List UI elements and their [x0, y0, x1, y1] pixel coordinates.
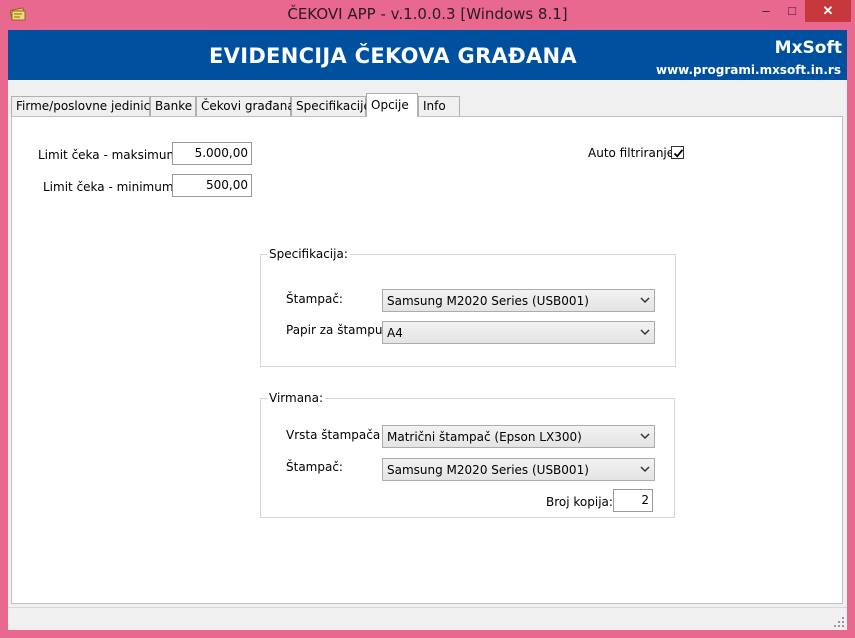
specifikacija-group: Specifikacija: Štampač: Samsung M2020 Se… — [260, 247, 676, 367]
header-banner: EVIDENCIJA ČEKOVA GRAĐANA MxSoft www.pro… — [8, 30, 847, 80]
close-button[interactable]: ✕ — [805, 0, 851, 22]
copies-label: Broj kopija: — [546, 495, 613, 509]
chevron-down-icon — [640, 466, 650, 473]
limit-max-input[interactable]: 5.000,00 — [172, 142, 252, 165]
tab-banke[interactable]: Banke — [150, 96, 196, 116]
title-bar[interactable]: ČEKOVI APP - v.1.0.0.3 [Windows 8.1] – □… — [0, 0, 855, 30]
limit-min-input[interactable]: 500,00 — [172, 174, 252, 197]
chevron-down-icon — [640, 329, 650, 336]
tab-cekovi-gradjana[interactable]: Čekovi građana — [196, 96, 295, 116]
copies-input[interactable]: 2 — [613, 489, 653, 512]
tab-specifikacije[interactable]: Specifikacije — [291, 96, 371, 116]
auto-filter-label: Auto filtriranje — [588, 146, 675, 160]
tab-opcije[interactable]: Opcije — [366, 93, 418, 117]
virm-printer-value: Samsung M2020 Series (USB001) — [387, 463, 589, 477]
tab-info[interactable]: Info — [418, 96, 460, 116]
resize-grip-icon[interactable] — [833, 616, 845, 628]
spec-paper-select[interactable]: A4 — [382, 321, 655, 344]
brand-url: www.programi.mxsoft.in.rs — [655, 63, 841, 77]
virm-printer-type-label: Vrsta štampača — [286, 428, 381, 442]
spec-paper-value: A4 — [387, 326, 403, 340]
virm-printer-select[interactable]: Samsung M2020 Series (USB001) — [382, 458, 655, 481]
maximize-button[interactable]: □ — [779, 0, 805, 22]
window-title: ČEKOVI APP - v.1.0.0.3 [Windows 8.1] — [287, 5, 568, 23]
limit-max-label: Limit čeka - maksimum: — [38, 148, 183, 162]
spec-printer-label: Štampač: — [286, 292, 343, 306]
virmana-group-title: Virmana: — [267, 391, 326, 405]
spec-paper-label: Papir za štampu: — [286, 323, 387, 337]
tab-firme[interactable]: Firme/poslovne jedinice — [11, 96, 158, 116]
window-client: EVIDENCIJA ČEKOVA GRAĐANA MxSoft www.pro… — [8, 30, 847, 630]
spec-printer-select[interactable]: Samsung M2020 Series (USB001) — [382, 289, 655, 312]
minimize-button[interactable]: – — [753, 0, 779, 22]
limit-min-label: Limit čeka - minimum: — [43, 180, 178, 194]
virm-printer-label: Štampač: — [286, 460, 343, 474]
virmana-group: Virmana: Vrsta štampača Matrični štampač… — [260, 391, 675, 518]
spec-printer-value: Samsung M2020 Series (USB001) — [387, 294, 589, 308]
brand-logo: MxSoft — [774, 38, 842, 58]
chevron-down-icon — [640, 433, 650, 440]
virm-printer-type-value: Matrični štampač (Epson LX300) — [387, 430, 582, 444]
specifikacija-group-title: Specifikacija: — [267, 247, 350, 261]
chevron-down-icon — [640, 297, 650, 304]
status-bar — [8, 607, 847, 630]
options-page: Limit čeka - maksimum: 5.000,00 Limit če… — [11, 116, 843, 604]
checkmark-icon — [673, 149, 684, 158]
virm-printer-type-select[interactable]: Matrični štampač (Epson LX300) — [382, 425, 655, 448]
auto-filter-checkbox[interactable] — [671, 146, 684, 159]
